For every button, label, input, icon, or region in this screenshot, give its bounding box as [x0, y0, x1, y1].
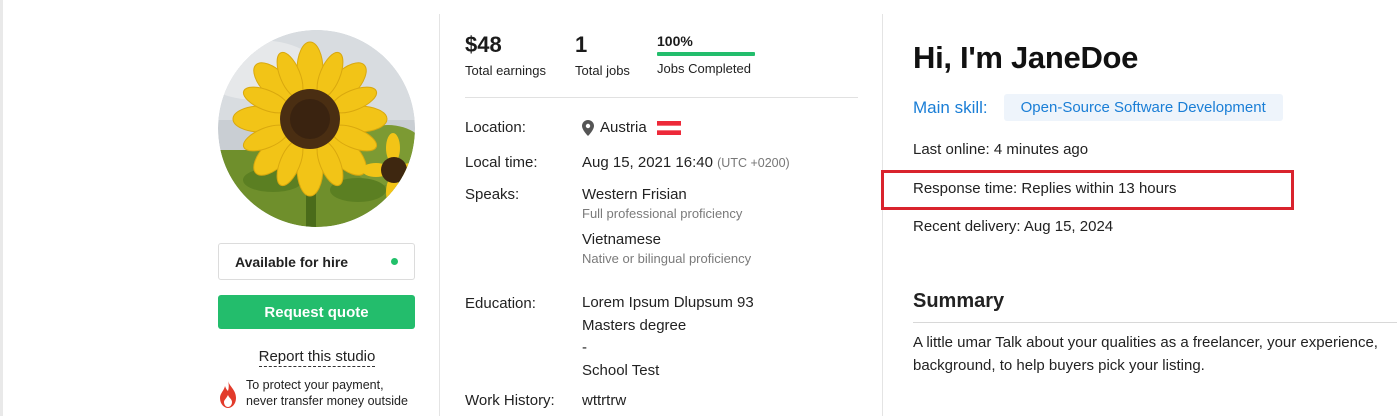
earnings-label: Total earnings — [465, 63, 546, 78]
education-line: - — [582, 339, 587, 356]
location-label: Location: — [465, 119, 526, 136]
stat-completed: 100% Jobs Completed — [657, 32, 755, 97]
availability-status: Available for hire — [218, 243, 415, 280]
main-skill-row: Main skill: Open-Source Software Develop… — [913, 94, 1283, 121]
map-pin-icon — [582, 119, 594, 136]
stat-jobs: 1 Total jobs — [575, 32, 657, 97]
avatar — [218, 30, 415, 227]
summary-text: A little umar Talk about your qualities … — [913, 334, 1378, 374]
language-level: Native or bilingual proficiency — [582, 251, 752, 266]
language-name: Vietnamese — [582, 231, 661, 248]
payment-protection-note: To protect your payment, never transfer … — [218, 377, 416, 409]
localtime-value: Aug 15, 2021 16:40 — [582, 154, 713, 171]
localtime-timezone: (UTC +0200) — [717, 156, 790, 170]
stat-earnings: $48 Total earnings — [465, 32, 575, 97]
profile-sidebar: Available for hire Request quote Report … — [218, 30, 416, 409]
page-title: Hi, I'm JaneDoe — [913, 40, 1139, 75]
education-label: Education: — [465, 295, 536, 312]
language-list: Western Frisian Full professional profic… — [582, 186, 751, 266]
location-value: Austria — [600, 119, 647, 136]
summary-heading: Summary — [913, 290, 1005, 312]
austria-flag-icon — [656, 120, 681, 135]
language-item: Vietnamese Native or bilingual proficien… — [582, 231, 751, 266]
language-item: Western Frisian Full professional profic… — [582, 186, 751, 221]
localtime-label: Local time: — [465, 154, 538, 171]
language-level: Full professional proficiency — [582, 206, 743, 221]
speaks-label: Speaks: — [465, 186, 520, 203]
main-skill-label: Main skill: — [913, 97, 988, 117]
completed-label: Jobs Completed — [657, 61, 751, 76]
workhistory-value: wttrtrw — [582, 392, 627, 409]
jobs-label: Total jobs — [575, 63, 630, 78]
online-dot-icon — [391, 258, 398, 265]
jobs-value: 1 — [575, 32, 588, 57]
last-online: Last online: 4 minutes ago — [913, 141, 1089, 158]
localtime-value-wrap: Aug 15, 2021 16:40 (UTC +0200) — [582, 154, 790, 171]
location-value-wrap: Austria — [582, 119, 681, 136]
workhistory-label: Work History: — [465, 392, 555, 409]
request-quote-button[interactable]: Request quote — [218, 295, 415, 329]
fire-icon — [220, 381, 236, 408]
window-edge — [0, 0, 3, 416]
education-lines: Lorem Ipsum Dlupsum 93 Masters degree - … — [582, 294, 754, 382]
earnings-value: $48 — [465, 32, 502, 57]
summary-divider — [913, 322, 1397, 323]
main-skill-tag[interactable]: Open-Source Software Development — [1003, 94, 1283, 121]
report-studio-link[interactable]: Report this studio — [258, 348, 376, 367]
availability-label: Available for hire — [235, 253, 349, 270]
protect-note-text: To protect your payment, never transfer … — [246, 378, 408, 408]
stats-bar: $48 Total earnings 1 Total jobs 100% Job… — [465, 32, 858, 98]
education-line: Lorem Ipsum Dlupsum 93 — [582, 294, 754, 311]
completion-progress-bar — [657, 52, 755, 56]
profile-details: $48 Total earnings 1 Total jobs 100% Job… — [465, 32, 858, 409]
response-time-highlight — [881, 170, 1294, 210]
column-divider — [882, 14, 883, 416]
education-line: Masters degree — [582, 316, 687, 334]
recent-delivery: Recent delivery: Aug 15, 2024 — [913, 218, 1114, 235]
language-name: Western Frisian — [582, 186, 687, 203]
completion-progress-fill — [657, 52, 755, 56]
education-line: School Test — [582, 361, 660, 379]
column-divider — [439, 14, 440, 416]
completed-value: 100% — [657, 33, 693, 49]
report-link-wrap: Report this studio — [218, 348, 416, 367]
